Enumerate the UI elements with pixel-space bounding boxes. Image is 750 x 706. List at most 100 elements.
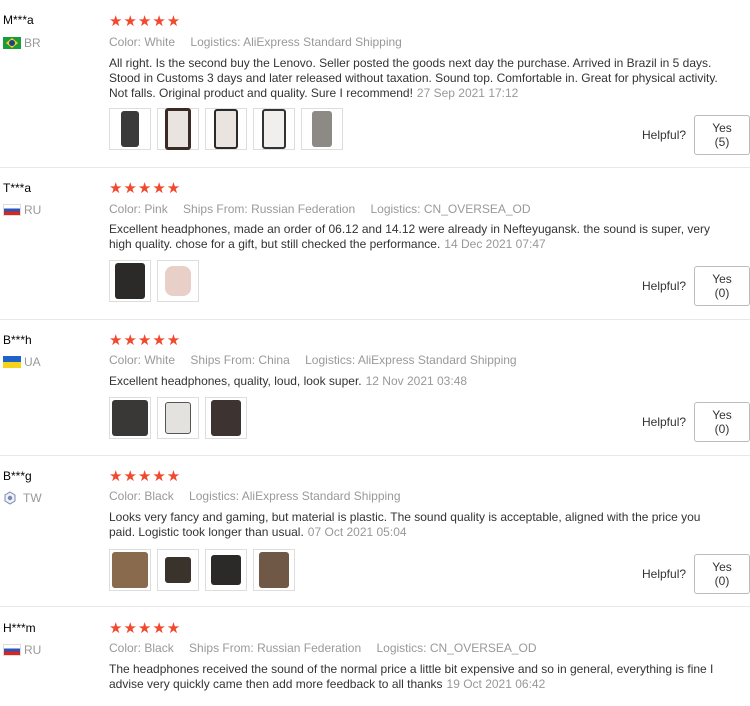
star-rating: ★★★★★ [109,332,182,349]
review-item: B***g TW ★★★★★ Color: Black Logistics: A… [0,456,750,606]
helpful-yes-button[interactable]: Yes (0) [694,266,750,306]
review-date: 07 Oct 2021 05:04 [307,525,407,539]
meta-key: Color: [109,35,142,49]
review-meta: Color: White Logistics: AliExpress Stand… [109,35,402,49]
country-code: BR [24,36,41,50]
reviewer-name: T***a [3,181,32,195]
review-item: H***m RU ★★★★★ Color: Black Ships From: … [0,607,750,706]
review-photo[interactable] [205,108,247,150]
review-photo[interactable] [157,397,199,439]
russia-flag-icon [3,204,21,216]
meta-value: CN_OVERSEA_OD [429,641,537,655]
helpful-section: Helpful? Yes (0) [642,402,750,442]
reviewer-country: UA [3,355,41,369]
meta-value: Russian Federation [251,202,356,216]
review-photo[interactable] [109,397,151,439]
review-photo[interactable] [205,397,247,439]
reviewer-country: RU [3,203,41,217]
review-meta: Color: White Ships From: China Logistics… [109,353,517,367]
meta-key: Color: [109,353,142,367]
meta-key: Ships From: [183,202,248,216]
meta-key: Logistics: [376,641,427,655]
meta-key: Logistics: [370,202,421,216]
helpful-label: Helpful? [642,128,687,142]
review-photo[interactable] [205,549,247,591]
review-text: Excellent headphones, quality, loud, loo… [109,374,729,389]
meta-key: Logistics: [190,35,241,49]
meta-value: AliExpress Standard Shipping [357,353,517,367]
helpful-section: Helpful? Yes (0) [642,266,750,306]
meta-key: Color: [109,641,142,655]
review-meta: Color: Black Ships From: Russian Federat… [109,641,537,655]
country-code: RU [24,643,42,657]
star-rating: ★★★★★ [109,13,182,30]
meta-key: Logistics: [305,353,356,367]
meta-value: CN_OVERSEA_OD [423,202,531,216]
review-date: 27 Sep 2021 17:12 [416,86,519,100]
helpful-yes-button[interactable]: Yes (5) [694,115,750,155]
country-code: TW [23,491,42,505]
review-meta: Color: Pink Ships From: Russian Federati… [109,202,531,216]
reviewer-name: B***h [3,333,32,347]
review-date: 14 Dec 2021 07:47 [444,237,546,251]
meta-value: AliExpress Standard Shipping [241,489,401,503]
helpful-section: Helpful? Yes (0) [642,554,750,594]
review-photos [109,260,199,302]
review-photo[interactable] [109,549,151,591]
meta-value: AliExpress Standard Shipping [243,35,402,49]
helpful-section: Helpful? Yes (5) [642,115,750,155]
review-photo[interactable] [157,549,199,591]
meta-key: Ships From: [189,641,254,655]
reviewer-name: M***a [3,13,34,27]
review-item: B***h UA ★★★★★ Color: White Ships From: … [0,320,750,454]
review-photo[interactable] [157,260,199,302]
meta-key: Color: [109,202,142,216]
review-photo[interactable] [253,549,295,591]
review-photo[interactable] [301,108,343,150]
meta-value: Black [144,641,174,655]
helpful-yes-button[interactable]: Yes (0) [694,402,750,442]
review-photo[interactable] [109,108,151,150]
review-photos [109,108,343,150]
brazil-flag-icon [3,37,21,49]
review-body: The headphones received the sound of the… [109,662,714,691]
russia-flag-icon [3,644,21,656]
star-rating: ★★★★★ [109,620,182,637]
review-text: The headphones received the sound of the… [109,662,729,692]
helpful-label: Helpful? [642,415,687,429]
meta-key: Color: [109,489,142,503]
review-text: All right. Is the second buy the Lenovo.… [109,56,729,101]
helpful-yes-button[interactable]: Yes (0) [694,554,750,594]
meta-value: White [144,353,176,367]
review-body: Excellent headphones, quality, loud, loo… [109,374,362,388]
country-code: RU [24,203,42,217]
meta-key: Logistics: [189,489,240,503]
star-rating: ★★★★★ [109,180,182,197]
meta-value: Black [144,489,174,503]
ukraine-flag-icon [3,356,21,368]
review-photos [109,549,295,591]
review-photos [109,397,247,439]
meta-value: Russian Federation [257,641,362,655]
review-photo[interactable] [109,260,151,302]
review-photo[interactable] [157,108,199,150]
review-meta: Color: Black Logistics: AliExpress Stand… [109,489,401,503]
reviewer-name: H***m [3,621,36,635]
reviewer-name: B***g [3,469,32,483]
reviewer-country: TW [3,491,42,505]
review-body: All right. Is the second buy the Lenovo.… [109,56,718,100]
taiwan-flag-icon [4,491,16,505]
review-text: Excellent headphones, made an order of 0… [109,222,729,252]
meta-value: Pink [144,202,168,216]
review-date: 19 Oct 2021 06:42 [446,677,546,691]
helpful-label: Helpful? [642,279,687,293]
review-text: Looks very fancy and gaming, but materia… [109,510,729,540]
meta-value: White [144,35,176,49]
meta-key: Ships From: [190,353,256,367]
review-body: Excellent headphones, made an order of 0… [109,222,711,251]
review-item: M***a BR ★★★★★ Color: White Logistics: A… [0,0,750,166]
meta-value: China [258,353,290,367]
helpful-label: Helpful? [642,567,687,581]
review-photo[interactable] [253,108,295,150]
review-item: T***a RU ★★★★★ Color: Pink Ships From: R… [0,168,750,318]
